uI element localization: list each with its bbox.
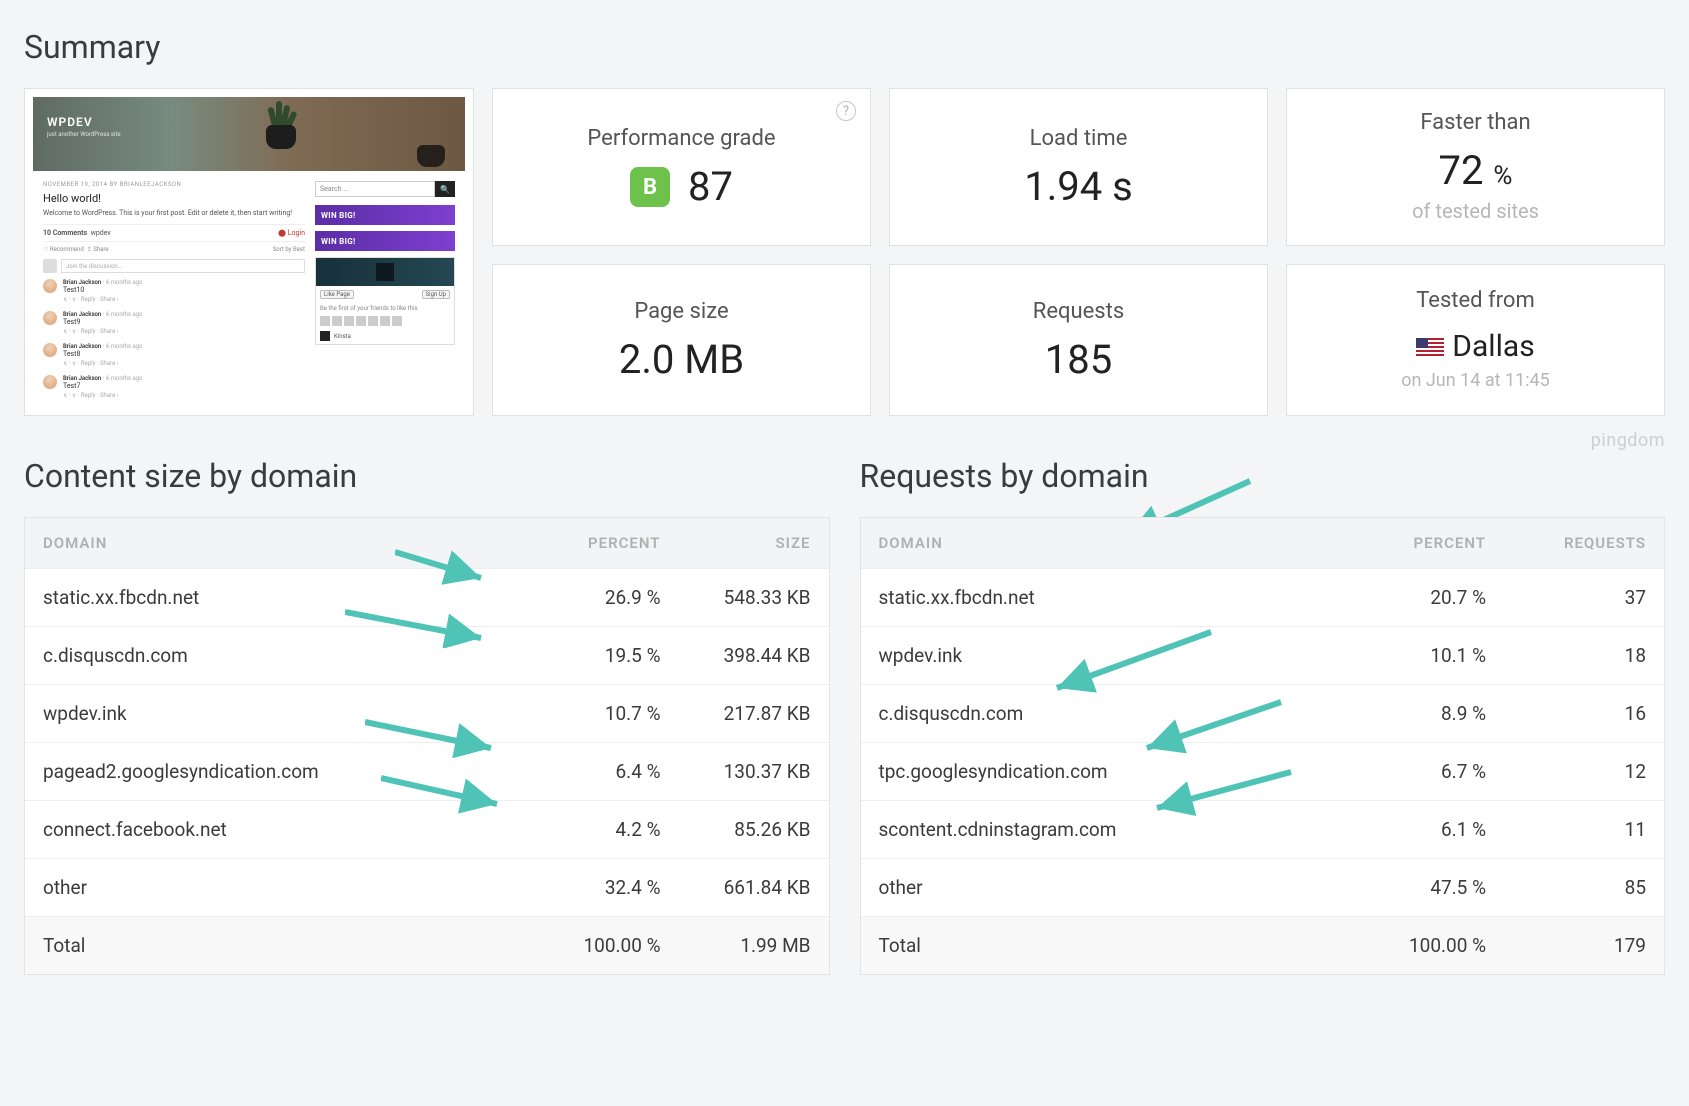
- avatar-placeholder-icon: [43, 259, 57, 273]
- table-row: other47.5 %85: [861, 858, 1665, 916]
- table-row: c.disquscdn.com19.5 %398.44 KB: [25, 626, 829, 684]
- req-label: Requests: [1033, 299, 1124, 324]
- table-row: pagead2.googlesyndication.com6.4 %130.37…: [25, 742, 829, 800]
- summary-heading: Summary: [24, 28, 1665, 66]
- table-row: wpdev.ink10.1 %18: [861, 626, 1665, 684]
- card-performance-grade: ? Performance grade B 87: [492, 88, 871, 246]
- col-domain: DOMAIN: [43, 534, 521, 552]
- requests-table: DOMAIN PERCENT REQUESTS static.xx.fbcdn.…: [860, 517, 1666, 975]
- size-label: Page size: [634, 299, 728, 324]
- faster-sub: of tested sites: [1412, 199, 1539, 223]
- avatar-icon: [43, 279, 57, 293]
- col-requests: REQUESTS: [1486, 534, 1646, 552]
- avatar-icon: [43, 343, 57, 357]
- content-size-table: DOMAIN PERCENT SIZE static.xx.fbcdn.net2…: [24, 517, 830, 975]
- thumb-share: Share: [93, 246, 108, 253]
- thumb-comment-site: wpdev: [91, 229, 111, 237]
- thumb-post-body: Welcome to WordPress. This is your first…: [43, 209, 305, 218]
- thumb-site-title: WPDEV: [47, 115, 451, 129]
- card-tested-from: Tested from Dallas on Jun 14 at 11:45: [1286, 264, 1665, 417]
- thumb-comment-input: Join the discussion...: [61, 259, 305, 273]
- table-total-row: Total100.00 %1.99 MB: [25, 916, 829, 974]
- load-value: 1.94 s: [1024, 167, 1133, 207]
- grade-score: 87: [688, 167, 733, 207]
- thumb-login: Login: [288, 229, 305, 237]
- card-faster-than: Faster than 72 % of tested sites: [1286, 88, 1665, 246]
- size-value: 2.0 MB: [619, 340, 744, 380]
- table-row: connect.facebook.net4.2 %85.26 KB: [25, 800, 829, 858]
- load-label: Load time: [1030, 126, 1128, 151]
- grade-label: Performance grade: [587, 126, 775, 151]
- thumb-site-tagline: just another WordPress site: [47, 131, 451, 138]
- table-row: static.xx.fbcdn.net20.7 %37: [861, 568, 1665, 626]
- thumb-ad-banner: WIN BIG!: [315, 205, 455, 225]
- col-size: SIZE: [661, 534, 811, 552]
- login-icon: ⬤: [278, 229, 286, 237]
- table-total-row: Total100.00 %179: [861, 916, 1665, 974]
- col-percent: PERCENT: [521, 534, 661, 552]
- thumb-post-meta: NOVEMBER 19, 2014 BY BRIANLEEJACKSON: [43, 181, 305, 188]
- share-icon: ⇪: [87, 246, 92, 253]
- heart-icon: ♡: [43, 246, 48, 253]
- thumb-sort: Sort by Best: [273, 246, 305, 253]
- thumb-post-title: Hello world!: [43, 192, 305, 205]
- thumb-fb-widget: Like PageSign Up Be the first of your fr…: [315, 257, 455, 345]
- card-load-time: Load time 1.94 s: [889, 88, 1268, 246]
- req-value: 185: [1045, 340, 1112, 380]
- thumb-ad-banner: WIN BIG!: [315, 231, 455, 251]
- table-row: static.xx.fbcdn.net26.9 %548.33 KB: [25, 568, 829, 626]
- table-row: c.disquscdn.com8.9 %16: [861, 684, 1665, 742]
- faster-label: Faster than: [1420, 110, 1530, 135]
- from-label: Tested from: [1416, 288, 1535, 313]
- thumb-comment-count: 10 Comments: [43, 229, 87, 237]
- card-requests: Requests 185: [889, 264, 1268, 417]
- summary-grid: WPDEV just another WordPress site NOVEMB…: [24, 88, 1665, 416]
- table-row: wpdev.ink10.7 %217.87 KB: [25, 684, 829, 742]
- avatar-icon: [43, 311, 57, 325]
- col-domain: DOMAIN: [879, 534, 1337, 552]
- table-row: scontent.cdninstagram.com6.1 %11: [861, 800, 1665, 858]
- thumb-search-input: Search ...: [315, 181, 435, 197]
- from-value: Dallas: [1452, 329, 1534, 364]
- card-page-size: Page size 2.0 MB: [492, 264, 871, 417]
- site-thumbnail: WPDEV just another WordPress site NOVEMB…: [24, 88, 474, 416]
- pingdom-brand: pingdom: [24, 430, 1665, 451]
- search-icon: 🔍: [435, 181, 455, 197]
- from-sub: on Jun 14 at 11:45: [1401, 370, 1550, 391]
- col-percent: PERCENT: [1336, 534, 1486, 552]
- help-icon[interactable]: ?: [836, 101, 856, 121]
- size-heading: Content size by domain: [24, 457, 830, 495]
- thumb-comment-list: Brian Jackson · 6 months agoTest10∧ · ∨ …: [43, 279, 305, 399]
- us-flag-icon: [1416, 338, 1444, 356]
- table-row: other32.4 %661.84 KB: [25, 858, 829, 916]
- req-heading: Requests by domain: [860, 457, 1666, 495]
- thumb-recommend: Recommend: [50, 246, 84, 253]
- faster-value: 72 %: [1439, 151, 1513, 191]
- grade-badge: B: [630, 167, 670, 207]
- table-row: tpc.googlesyndication.com6.7 %12: [861, 742, 1665, 800]
- avatar-icon: [43, 375, 57, 389]
